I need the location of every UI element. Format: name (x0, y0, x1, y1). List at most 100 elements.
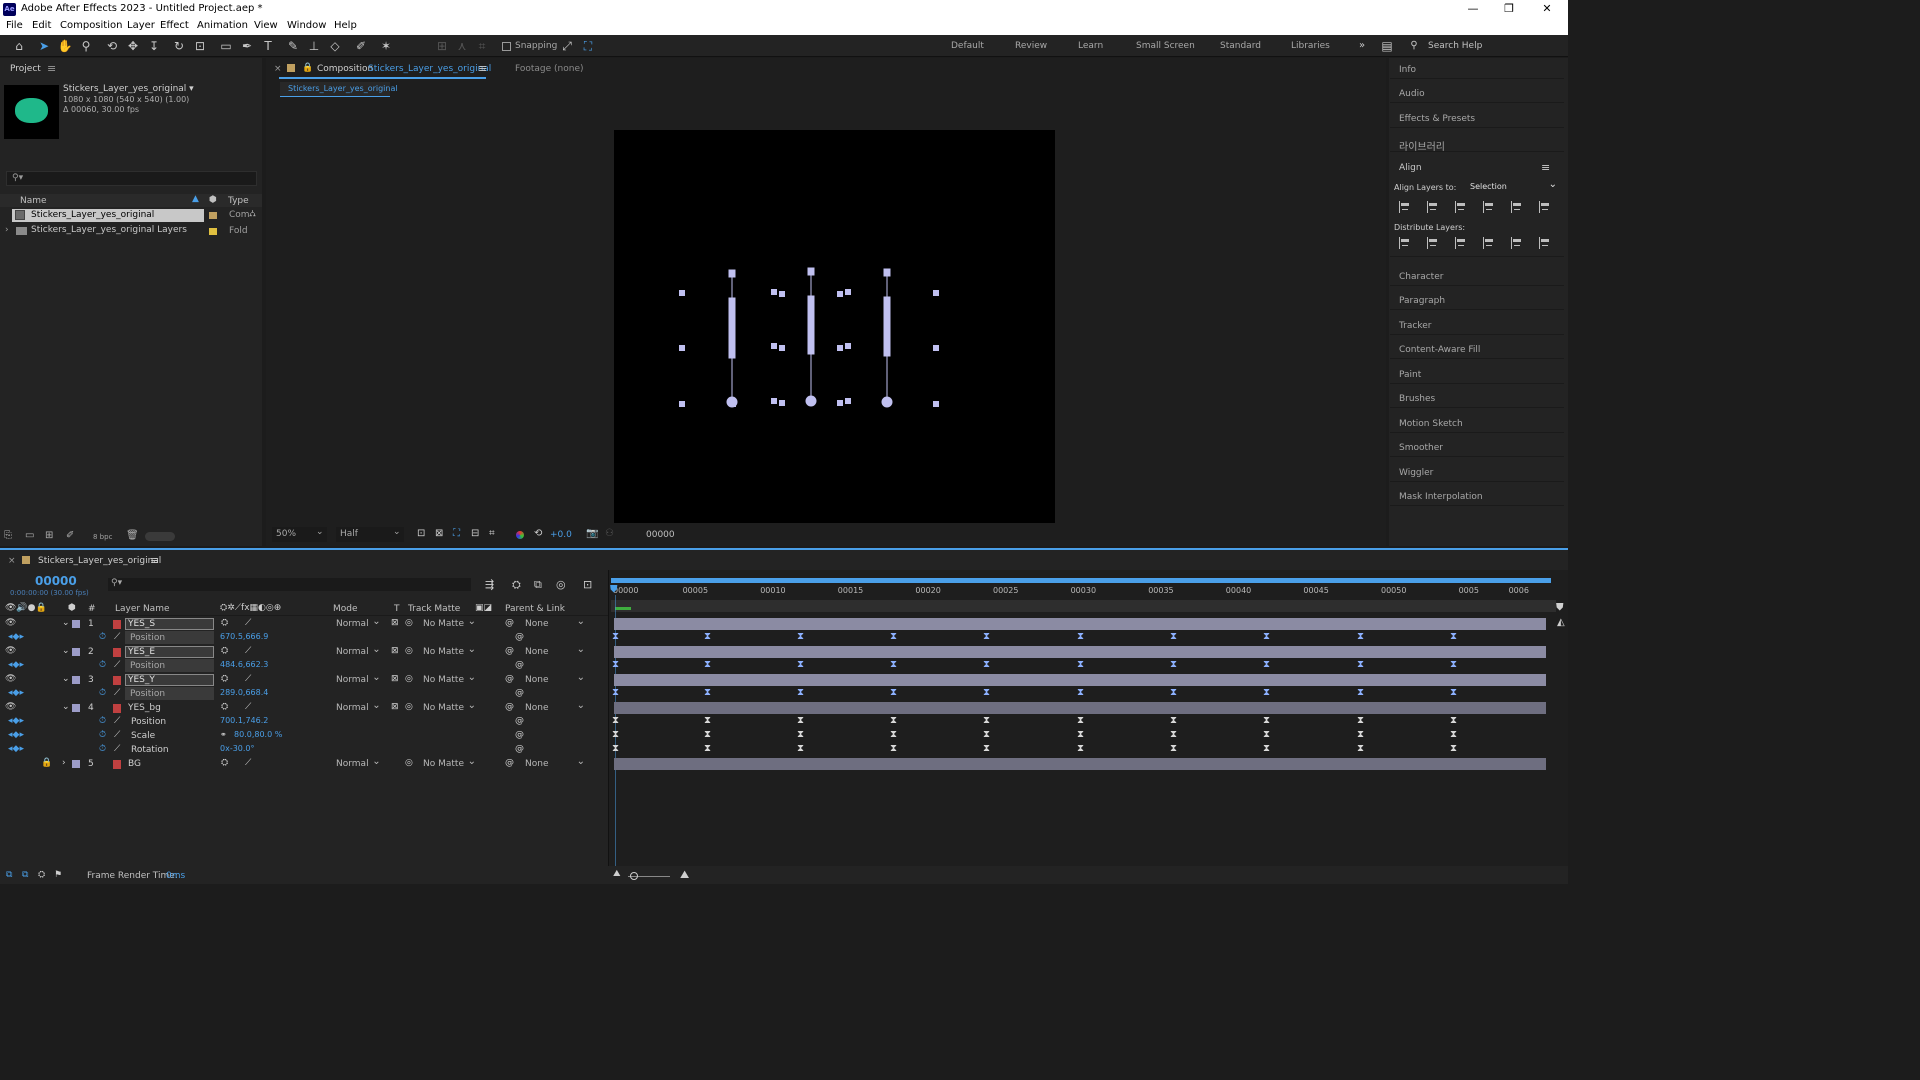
zoom-slider-thumb[interactable] (630, 872, 638, 880)
tracker-panel[interactable]: Tracker (1390, 315, 1564, 335)
zoom-tool-icon[interactable]: ⚲ (78, 38, 94, 54)
mode-header[interactable]: Mode (333, 604, 358, 614)
time-ruler[interactable]: 00000 00005 00010 00015 00020 00025 00030 00035… (611, 584, 1556, 598)
keyframe-marker[interactable]: ⧗ (612, 729, 619, 740)
keyframe-marker[interactable]: ⧗ (1170, 743, 1177, 754)
keyframe-marker[interactable]: ⧗ (612, 659, 619, 670)
menu-view[interactable]: View (254, 20, 278, 31)
smoother-panel[interactable]: Smoother (1390, 437, 1564, 457)
home-icon[interactable]: ⌂ (11, 38, 27, 54)
matte-switch-icons[interactable]: ▣◪ (475, 603, 492, 613)
keyframe-marker[interactable]: ⧗ (890, 687, 897, 698)
keyframe-marker[interactable]: ⧗ (983, 631, 990, 642)
layer-expand-icon[interactable]: ⌄ (62, 646, 70, 656)
zoom-dropdown[interactable]: 50% ⌄ (272, 527, 327, 542)
trash-icon[interactable]: 🗑 (126, 530, 139, 541)
keyframe-marker[interactable]: ⧗ (1077, 687, 1084, 698)
menu-animation[interactable]: Animation (197, 20, 248, 31)
info-panel[interactable]: Info (1390, 59, 1564, 79)
keyframe-marker[interactable]: ⧗ (612, 687, 619, 698)
audio-panel[interactable]: Audio (1390, 83, 1564, 103)
keyframe-marker[interactable]: ⧗ (1357, 743, 1364, 754)
number-column-icon[interactable]: # (88, 604, 96, 614)
align-menu-icon[interactable]: ≡ (1541, 161, 1550, 174)
comp-flowchart-icon[interactable]: ⇶ (485, 578, 494, 591)
layer-row-2[interactable]: 👁 ⌄ 2 YES_E ⛭ ⟋ Normal ⊠ ◎ No Matte @ No… (0, 644, 608, 659)
grid-guides-icon[interactable]: ⊟ (471, 528, 479, 539)
close-tab-icon[interactable]: × (274, 64, 282, 74)
search-help-icon[interactable]: ⚲ (1406, 38, 1422, 54)
zoom-in-icon[interactable]: ⛰ (680, 868, 689, 882)
matte-link-icon[interactable]: ◎ (405, 618, 413, 628)
distribute-vertical-center-icon[interactable] (1427, 237, 1439, 249)
exposure-value[interactable]: +0.0 (550, 530, 572, 540)
quality-switch-icon[interactable]: ⟋ (245, 674, 251, 684)
layer-row-5[interactable]: 🔒 › 5 BG ⛭ ⟋ Normal ◎ No Matte @ None (0, 756, 608, 771)
orbit-tool-icon[interactable]: ⟲ (104, 38, 120, 54)
layer-label-swatch[interactable] (72, 648, 80, 656)
workspace-small-screen[interactable]: Small Screen (1136, 41, 1195, 51)
keyframe-marker[interactable]: ⧗ (983, 743, 990, 754)
distribute-right-icon[interactable] (1539, 237, 1551, 249)
matte-link-icon[interactable]: ◎ (405, 674, 413, 684)
new-composition-icon[interactable]: ⊞ (45, 530, 53, 541)
layer-name[interactable]: YES_bg (128, 703, 161, 713)
layer-row-1[interactable]: 👁 ⌄ 1 YES_S ⛭ ⟋ Normal ⊠ ◎ No Matte @ No… (0, 616, 608, 631)
keyframe-marker[interactable]: ⧗ (704, 715, 711, 726)
layer-expand-icon[interactable]: ⌄ (62, 702, 70, 712)
project-tab[interactable]: Project (10, 64, 41, 74)
menu-layer[interactable]: Layer (127, 20, 155, 31)
keyframe-marker[interactable]: ⧗ (1170, 631, 1177, 642)
layer-row-3[interactable]: 👁 ⌄ 3 YES_Y ⛭ ⟋ Normal ⊠ ◎ No Matte @ No… (0, 672, 608, 687)
flowchart-icon[interactable]: ⛼ (249, 209, 256, 220)
keyframe-marker[interactable]: ⧗ (797, 743, 804, 754)
rectangle-tool-icon[interactable]: ▭ (218, 38, 234, 54)
layer-5-track[interactable] (614, 758, 1546, 770)
pick-whip-icon[interactable]: @ (505, 758, 514, 768)
eraser-tool-icon[interactable]: ◇ (327, 38, 343, 54)
project-search-input[interactable]: ⚲▾ (6, 171, 257, 186)
snapping-checkbox[interactable] (502, 42, 511, 51)
brush-tool-icon[interactable]: ✎ (285, 38, 301, 54)
keyframe-marker[interactable]: ⧗ (1450, 715, 1457, 726)
layer-lock-icon[interactable]: 🔒 (41, 758, 52, 768)
quality-switch-icon[interactable]: ⟋ (245, 758, 251, 768)
layer-1-track[interactable] (614, 618, 1546, 630)
snapshot-camera-icon[interactable]: 📷 (586, 528, 598, 539)
current-time[interactable]: 00000 (35, 574, 77, 588)
puppet-tool-icon[interactable]: ✶ (378, 38, 394, 54)
layer-label-swatch[interactable] (72, 620, 80, 628)
distribute-bottom-icon[interactable] (1455, 237, 1467, 249)
workspace-learn[interactable]: Learn (1078, 41, 1103, 51)
keyframe-marker[interactable]: ⧗ (890, 743, 897, 754)
parent-link-header[interactable]: Parent & Link (505, 604, 565, 614)
matte-link-icon[interactable]: ◎ (405, 702, 413, 712)
adjust-project-icon[interactable]: ✐ (66, 530, 74, 541)
workspace-default[interactable]: Default (951, 41, 984, 51)
menu-composition[interactable]: Composition (60, 20, 122, 31)
character-panel[interactable]: Character (1390, 266, 1564, 286)
footage-tab[interactable]: Footage (none) (515, 64, 584, 74)
pick-whip-icon[interactable]: @ (505, 618, 514, 628)
shy-switch-icon[interactable]: ⛭ (221, 702, 228, 712)
keyframe-marker[interactable]: ⧗ (1357, 659, 1364, 670)
quality-switch-icon[interactable]: ⟋ (245, 618, 251, 628)
workspace-review[interactable]: Review (1015, 41, 1047, 51)
keyframe-marker[interactable]: ⧗ (890, 729, 897, 740)
pick-whip-icon[interactable]: @ (505, 674, 514, 684)
keyframe-marker[interactable]: ⧗ (1077, 743, 1084, 754)
pick-whip-icon[interactable]: @ (505, 646, 514, 656)
label-column-icon[interactable]: ⬢ (68, 603, 76, 613)
keyframe-marker[interactable]: ⧗ (797, 729, 804, 740)
paragraph-panel[interactable]: Paragraph (1390, 290, 1564, 310)
search-help-input[interactable]: Search Help (1428, 41, 1482, 51)
3d-view-icon[interactable]: ⌗ (489, 528, 495, 539)
mask-interpolation-panel[interactable]: Mask Interpolation (1390, 486, 1564, 506)
label-tag-icon[interactable]: ⬢ (209, 195, 217, 205)
keyframe-marker[interactable]: ⧗ (1170, 715, 1177, 726)
col-name[interactable]: Name (20, 196, 47, 206)
shy-switch-icon[interactable]: ⛭ (221, 618, 228, 628)
layer-label-swatch[interactable] (72, 704, 80, 712)
layer-row-4[interactable]: 👁 ⌄ 4 YES_bg ⛭ ⟋ Normal ⊠ ◎ No Matte @ N… (0, 700, 608, 715)
layer-label-swatch[interactable] (72, 760, 80, 768)
